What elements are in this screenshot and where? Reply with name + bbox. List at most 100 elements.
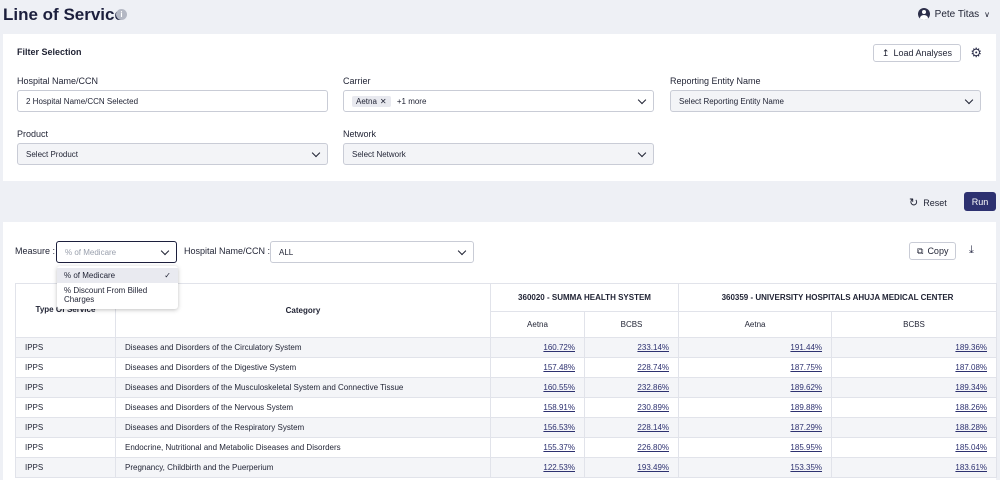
measure-option-discount[interactable]: % Discount From Billed Charges (57, 283, 178, 307)
copy-icon: ⧉ (917, 245, 924, 256)
table-row: IPPS Diseases and Disorders of the Respir… (15, 417, 998, 438)
chevron-down-icon (457, 246, 467, 255)
category-cell: Diseases and Disorders of the Circulator… (115, 337, 491, 358)
value-link[interactable]: 160.55% (543, 383, 575, 392)
table-row: IPPS Diseases and Disorders of the Circul… (15, 337, 998, 358)
run-button[interactable]: Run (964, 192, 996, 211)
gear-icon[interactable]: ⚙ (970, 45, 982, 61)
value-link[interactable]: 187.08% (955, 363, 987, 372)
product-label: Product (17, 129, 49, 139)
close-icon[interactable]: ✕ (380, 97, 387, 106)
value-link[interactable]: 153.35% (790, 463, 822, 472)
measure-label: Measure : (15, 246, 56, 256)
value-link[interactable]: 122.53% (543, 463, 575, 472)
copy-button[interactable]: ⧉ Copy (909, 242, 957, 260)
header-hospital-1: 360020 - SUMMA HEALTH SYSTEM (489, 283, 680, 312)
value-link[interactable]: 158.91% (543, 403, 575, 412)
value-link[interactable]: 157.48% (543, 363, 575, 372)
value-link[interactable]: 228.74% (637, 363, 669, 372)
value-link[interactable]: 189.34% (955, 383, 987, 392)
info-icon[interactable]: i (116, 9, 127, 20)
value-cell: 189.36% (831, 337, 998, 358)
value-link[interactable]: 187.75% (790, 363, 822, 372)
network-label: Network (343, 129, 377, 139)
value-cell: 160.72% (490, 337, 585, 358)
hospital-label: Hospital Name/CCN (17, 76, 99, 86)
value-link[interactable]: 183.61% (955, 463, 987, 472)
upload-icon: ↥ (881, 47, 890, 58)
carrier-label: Carrier (343, 76, 371, 86)
user-name: Pete Titas (934, 8, 980, 20)
value-link[interactable]: 188.26% (955, 403, 987, 412)
type-cell: IPPS (15, 437, 116, 458)
check-icon: ✓ (164, 271, 171, 280)
table-row: IPPS Diseases and Disorders of the Muscul… (15, 377, 998, 398)
value-cell: 228.74% (583, 357, 680, 378)
measure-placeholder: % of Medicare (65, 247, 117, 257)
network-select[interactable]: Select Network (343, 143, 654, 165)
reporting-placeholder: Select Reporting Entity Name (679, 96, 784, 106)
measure-option-medicare[interactable]: % of Medicare ✓ (57, 268, 178, 283)
value-link[interactable]: 160.72% (543, 343, 575, 352)
hospital-filter-select[interactable]: ALL (270, 241, 474, 263)
product-select[interactable]: Select Product (17, 143, 328, 165)
carrier-select[interactable]: Aetna ✕ +1 more (343, 90, 654, 112)
reporting-select[interactable]: Select Reporting Entity Name (670, 90, 981, 112)
value-link[interactable]: 155.37% (543, 443, 575, 452)
value-link[interactable]: 230.89% (637, 403, 669, 412)
user-menu[interactable]: Pete Titas ∨ (917, 8, 990, 20)
value-link[interactable]: 189.36% (955, 343, 987, 352)
measure-select[interactable]: % of Medicare (56, 241, 177, 263)
download-icon[interactable]: ⤓ (969, 244, 974, 257)
load-analyses-button[interactable]: ↥ Load Analyses (872, 44, 961, 62)
hospital-filter-label: Hospital Name/CCN : (184, 246, 271, 256)
table-row: IPPS Diseases and Disorders of the Nervou… (15, 397, 998, 418)
value-link[interactable]: 185.04% (955, 443, 987, 452)
reporting-label: Reporting Entity Name (670, 76, 761, 86)
value-link[interactable]: 191.44% (790, 343, 822, 352)
hospital-select[interactable]: 2 Hospital Name/CCN Selected (17, 90, 328, 112)
value-link[interactable]: 185.95% (790, 443, 822, 452)
results-table: Type Of Service Category 360020 - SUMMA … (15, 283, 998, 478)
value-cell: 233.14% (583, 337, 680, 358)
value-cell: 157.48% (490, 357, 585, 378)
category-cell: Diseases and Disorders of the Nervous Sy… (115, 397, 491, 418)
category-cell: Diseases and Disorders of the Musculoske… (115, 377, 491, 398)
table-row: IPPS Pregnancy, Childbirth and the Puerpe… (15, 457, 998, 478)
product-placeholder: Select Product (26, 149, 79, 159)
value-cell: 158.91% (490, 397, 585, 418)
value-cell: 230.89% (583, 397, 680, 418)
value-link[interactable]: 233.14% (637, 343, 669, 352)
header-carrier: BCBS (583, 311, 680, 338)
value-cell: 160.55% (490, 377, 585, 398)
value-cell: 122.53% (490, 457, 585, 478)
results-card: Measure : % of Medicare Hospital Name/CC… (3, 222, 998, 480)
value-link[interactable]: 156.53% (543, 423, 575, 432)
value-cell: 228.14% (583, 417, 680, 438)
value-link[interactable]: 189.62% (790, 383, 822, 392)
copy-label: Copy (927, 246, 949, 256)
value-link[interactable]: 232.86% (637, 383, 669, 392)
value-cell: 188.28% (831, 417, 998, 438)
header: Line of Service i Pete Titas ∨ (0, 0, 1000, 30)
chevron-down-icon: ∨ (984, 9, 990, 19)
reset-label: Reset (923, 197, 947, 208)
header-carrier: Aetna (490, 311, 585, 338)
value-link[interactable]: 193.49% (637, 463, 669, 472)
header-carrier: Aetna (678, 311, 833, 338)
table-row: IPPS Endocrine, Nutritional and Metabolic… (15, 437, 998, 458)
value-link[interactable]: 189.88% (790, 403, 822, 412)
value-cell: 191.44% (678, 337, 833, 358)
value-link[interactable]: 228.14% (637, 423, 669, 432)
chevron-down-icon (964, 95, 974, 104)
category-cell: Endocrine, Nutritional and Metabolic Dis… (115, 437, 491, 458)
value-link[interactable]: 226.80% (637, 443, 669, 452)
reset-button[interactable]: ↻ Reset (909, 196, 947, 209)
category-cell: Diseases and Disorders of the Respirator… (115, 417, 491, 438)
type-cell: IPPS (15, 377, 116, 398)
value-link[interactable]: 188.28% (955, 423, 987, 432)
carrier-chip: Aetna ✕ (352, 95, 391, 107)
value-link[interactable]: 187.29% (790, 423, 822, 432)
chevron-down-icon (311, 148, 321, 157)
type-cell: IPPS (15, 397, 116, 418)
